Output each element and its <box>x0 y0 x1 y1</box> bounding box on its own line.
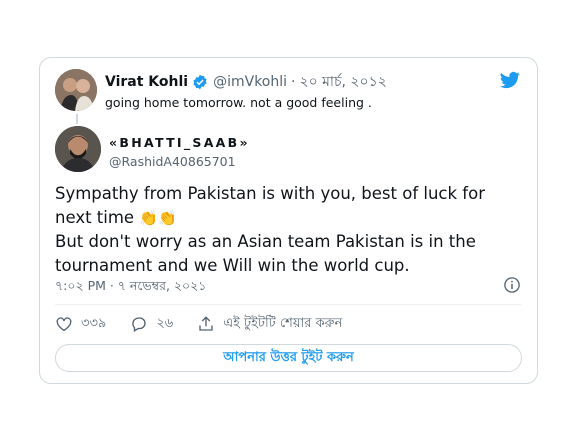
reply-count: ২৬ <box>156 315 174 331</box>
reply-icon <box>132 317 146 332</box>
thread-connector <box>76 114 78 124</box>
tweet-text-line-2: But don't worry as an Asian team Pakista… <box>55 232 476 275</box>
tweet-card[interactable]: Virat Kohli @imVkohli · ২০ মার্চ, ২০১২ g… <box>39 57 538 384</box>
share-icon <box>199 316 213 331</box>
author-handle[interactable]: @RashidA40865701 <box>109 154 236 169</box>
quoted-tweet-header: Virat Kohli @imVkohli · ২০ মার্চ, ২০১২ <box>105 70 387 94</box>
verified-badge-icon <box>193 74 207 90</box>
author-name[interactable]: «BHATTI_SAAB» <box>109 135 250 150</box>
share-label: এই টুইটটি শেয়ার করুন <box>223 315 343 331</box>
reply-count-button[interactable]: ২৬ <box>130 314 173 335</box>
twitter-bird-icon[interactable] <box>499 70 521 90</box>
quoted-user-avatar[interactable] <box>55 69 97 111</box>
header-separator: · <box>291 74 296 90</box>
author-avatar[interactable] <box>55 126 101 172</box>
tweet-timestamp[interactable]: ৭:০২ PM · ৭ নভেম্বর, ২০২১ <box>55 278 206 298</box>
quoted-user-handle[interactable]: @imVkohli <box>213 74 287 90</box>
tweet-text-line-1: Sympathy from Pakistan is with you, best… <box>55 184 485 227</box>
quoted-tweet-date[interactable]: ২০ মার্চ, ২০১২ <box>299 70 386 94</box>
like-count: ৩৩৯ <box>81 315 107 331</box>
actions-divider <box>55 304 522 305</box>
heart-icon <box>56 317 72 332</box>
tweet-actions: ৩৩৯ ২৬ এই টুইটটি শেয়ার করুন <box>55 314 366 334</box>
share-button[interactable]: এই টুইটটি শেয়ার করুন <box>197 314 342 335</box>
tweet-text: Sympathy from Pakistan is with you, best… <box>55 182 525 278</box>
clapping-hands-emoji: 👏👏 <box>139 209 177 227</box>
quoted-user-name[interactable]: Virat Kohli <box>105 74 188 90</box>
quoted-tweet-text: going home tomorrow. not a good feeling … <box>105 95 372 110</box>
info-icon[interactable] <box>503 276 521 294</box>
tweet-your-reply-button[interactable]: আপনার উত্তর টুইট করুন <box>55 344 522 372</box>
like-button[interactable]: ৩৩৯ <box>55 314 106 335</box>
